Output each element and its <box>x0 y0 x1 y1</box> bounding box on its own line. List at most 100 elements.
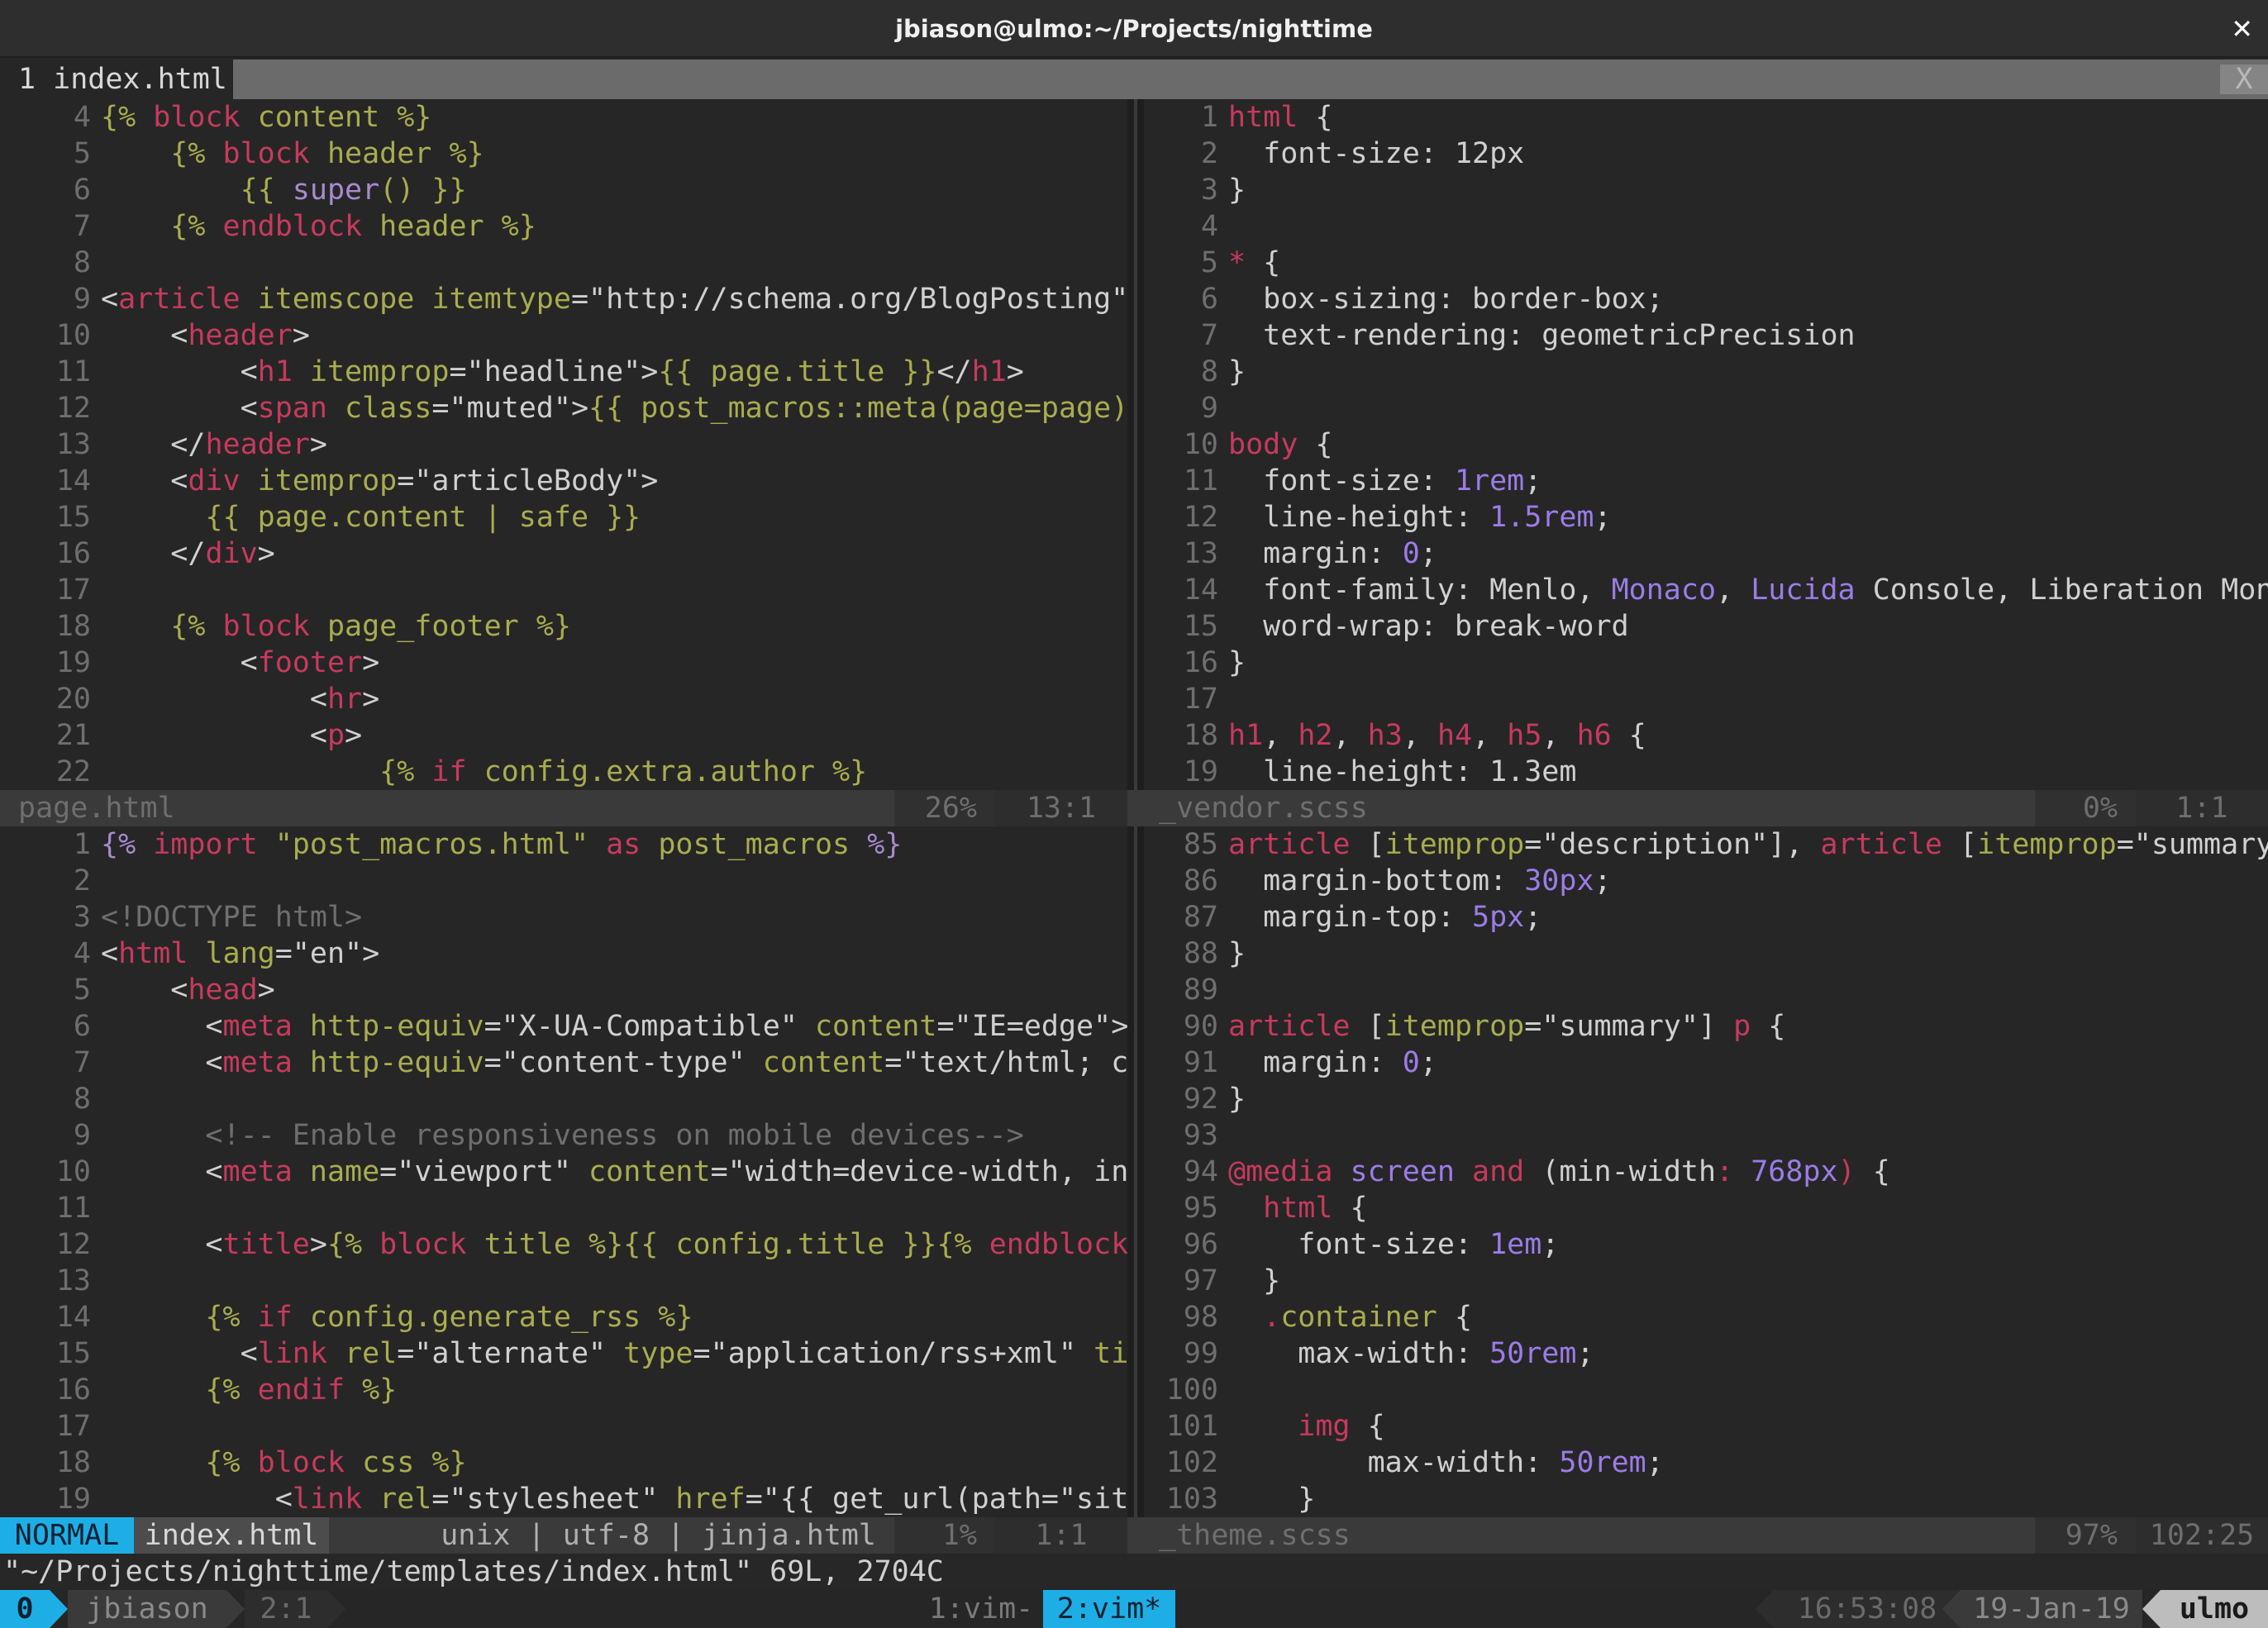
code-line[interactable]: 16} <box>1144 645 2268 681</box>
code-line[interactable]: 6 <meta http-equiv="X-UA-Compatible" con… <box>0 1008 1127 1045</box>
code-line[interactable]: 16 </div> <box>0 536 1127 572</box>
code-line[interactable]: 4 {% block content %} <box>0 99 1127 136</box>
code-line[interactable]: 12 line-height: 1.5rem; <box>1144 499 2268 536</box>
code-line[interactable]: 8 <box>0 1081 1127 1117</box>
code-line[interactable]: 94 @media screen and (min-width: 768px) { <box>1144 1154 2268 1190</box>
code-line[interactable]: 4 <box>1144 208 2268 245</box>
code-token: article <box>118 283 258 316</box>
code-line[interactable]: 5 <head> <box>0 972 1127 1008</box>
code-token: h1 <box>257 355 310 388</box>
line-number: 95 <box>1183 1192 1218 1225</box>
code-line[interactable]: 10 <meta name="viewport" content="width=… <box>0 1154 1127 1190</box>
code-line[interactable]: 11 <box>0 1190 1127 1226</box>
code-text: <article itemscope itemtype="http://sche… <box>101 281 1127 317</box>
code-line[interactable]: 96 font-size: 1em; <box>1144 1226 2268 1263</box>
code-line[interactable]: 3 <!DOCTYPE html> <box>0 899 1127 935</box>
code-line[interactable]: 12 <title>{% block title %}{{ config.tit… <box>0 1226 1127 1263</box>
code-line[interactable]: 14 {% if config.generate_rss %} <box>0 1299 1127 1335</box>
code-line[interactable]: 16 {% endif %} <box>0 1372 1127 1408</box>
code-line[interactable]: 10 body { <box>1144 426 2268 463</box>
code-line[interactable]: 95 html { <box>1144 1190 2268 1226</box>
code-token: href <box>675 1483 746 1516</box>
code-token: class <box>345 392 432 425</box>
tab-close-button[interactable]: X <box>2220 64 2268 94</box>
code-line[interactable]: 88} <box>1144 935 2268 972</box>
code-line[interactable]: 97 } <box>1144 1263 2268 1299</box>
code-line[interactable]: 12 <span class="muted">{{ post_macros::m… <box>0 390 1127 426</box>
code-line[interactable]: 11 <h1 itemprop="headline">{{ page.title… <box>0 354 1127 390</box>
vertical-split-bottom[interactable] <box>1127 826 1144 1517</box>
code-line[interactable]: 7 <meta http-equiv="content-type" conten… <box>0 1045 1127 1081</box>
code-line[interactable]: 90 article [itemprop="summary"] p { <box>1144 1008 2268 1045</box>
close-icon[interactable]: ✕ <box>2231 0 2253 58</box>
code-line[interactable]: 87 margin-top: 5px; <box>1144 899 2268 935</box>
code-line[interactable]: 9 <box>1144 390 2268 426</box>
code-line[interactable]: 5 {% block header %} <box>0 136 1127 172</box>
code-line[interactable]: 22 {% if config.extra.author %} <box>0 754 1127 790</box>
code-line[interactable]: 102 max-width: 50rem; <box>1144 1445 2268 1481</box>
code-line[interactable]: 13 <box>0 1263 1127 1299</box>
line-number: 13 <box>55 1264 91 1297</box>
code-line[interactable]: 89 <box>1144 972 2268 1008</box>
code-line[interactable]: 9 <!-- Enable responsiveness on mobile d… <box>0 1117 1127 1154</box>
code-token: itemprop <box>1384 1010 1525 1043</box>
code-line[interactable]: 2 font-size: 12px <box>1144 136 2268 172</box>
code-line[interactable]: 3} <box>1144 172 2268 208</box>
code-line[interactable]: 13 </header> <box>0 426 1127 463</box>
code-line[interactable]: 101 img { <box>1144 1408 2268 1445</box>
code-line[interactable]: 14 <div itemprop="articleBody"> <box>0 463 1127 499</box>
code-line[interactable]: 19 line-height: 1.3em <box>1144 754 2268 790</box>
code-line[interactable]: 2 <box>0 863 1127 899</box>
code-line[interactable]: 11 font-size: 1rem; <box>1144 463 2268 499</box>
code-line[interactable]: 7 {% endblock header %} <box>0 208 1127 245</box>
code-line[interactable]: 15 <link rel="alternate" type="applicati… <box>0 1335 1127 1372</box>
code-line[interactable]: 14 font-family: Menlo, Monaco, Lucida Co… <box>1144 572 2268 608</box>
code-line[interactable]: 86 margin-bottom: 30px; <box>1144 863 2268 899</box>
code-line[interactable]: 18 {% block css %} <box>0 1445 1127 1481</box>
editor-pane-vendor-scss[interactable]: 1 html {2 font-size: 12px 3} 4 5 * {6 box-siz… <box>1144 99 2268 790</box>
code-line[interactable]: 15 word-wrap: break-word <box>1144 608 2268 645</box>
tmux-window-2[interactable]: 2:vim* <box>1043 1590 1175 1628</box>
code-line[interactable]: 19 <footer> <box>0 645 1127 681</box>
vim-command-line[interactable]: "~/Projects/nighttime/templates/index.ht… <box>0 1554 2268 1590</box>
code-line[interactable]: 91 margin: 0; <box>1144 1045 2268 1081</box>
code-line[interactable]: 13 margin: 0; <box>1144 536 2268 572</box>
code-line[interactable]: 92} <box>1144 1081 2268 1117</box>
code-line[interactable]: 17 <box>0 1408 1127 1445</box>
code-line[interactable]: 1 html { <box>1144 99 2268 136</box>
code-line[interactable]: 21 <p> <box>0 717 1127 754</box>
code-line[interactable]: 8 <box>0 245 1127 281</box>
code-line[interactable]: 7 text-rendering: geometricPrecision <box>1144 317 2268 354</box>
code-line[interactable]: 10 <header> <box>0 317 1127 354</box>
code-line[interactable]: 85 article [itemprop="description"], arti… <box>1144 826 2268 863</box>
code-line[interactable]: 1 {% import "post_macros.html" as post_ma… <box>0 826 1127 863</box>
code-line[interactable]: 18 {% block page_footer %} <box>0 608 1127 645</box>
statusline-percent: 0% <box>2035 790 2136 826</box>
code-line[interactable]: 99 max-width: 50rem; <box>1144 1335 2268 1372</box>
code-line[interactable]: 17 <box>0 572 1127 608</box>
code-line[interactable]: 6 box-sizing: border-box; <box>1144 281 2268 317</box>
code-line[interactable]: 19 <link rel="stylesheet" href="{{ get_u… <box>0 1481 1127 1517</box>
code-line[interactable]: 8} <box>1144 354 2268 390</box>
editor-pane-page-html[interactable]: 4 {% block content %} 5 {% block header %}… <box>0 99 1127 790</box>
code-line[interactable]: 98 .container { <box>1144 1299 2268 1335</box>
code-token: link <box>257 1337 345 1370</box>
statusline-percent: 1% <box>894 1517 995 1554</box>
code-line[interactable]: 93 <box>1144 1117 2268 1154</box>
tab-index-html[interactable]: 1 index.html <box>0 60 233 99</box>
editor-pane-theme-scss[interactable]: 85 article [itemprop="description"], arti… <box>1144 826 2268 1517</box>
code-line[interactable]: 103 } <box>1144 1481 2268 1517</box>
editor-pane-index-html[interactable]: 1 {% import "post_macros.html" as post_ma… <box>0 826 1127 1517</box>
code-line[interactable]: 6 {{ super() }} <box>0 172 1127 208</box>
vertical-split-top[interactable] <box>1127 99 1144 790</box>
code-line[interactable]: 9 <article itemscope itemtype="http://sch… <box>0 281 1127 317</box>
code-line[interactable]: 4 <html lang="en"> <box>0 935 1127 972</box>
code-line[interactable]: 17 <box>1144 681 2268 717</box>
tmux-window-1[interactable]: 1:vim- <box>924 1590 1038 1628</box>
code-line[interactable]: 20 <hr> <box>0 681 1127 717</box>
code-line[interactable]: 18 h1, h2, h3, h4, h5, h6 { <box>1144 717 2268 754</box>
tmux-session[interactable]: 0 <box>0 1590 50 1628</box>
code-line[interactable]: 100 <box>1144 1372 2268 1408</box>
code-line[interactable]: 15 {{ page.content | safe }} <box>0 499 1127 536</box>
code-line[interactable]: 5 * { <box>1144 245 2268 281</box>
